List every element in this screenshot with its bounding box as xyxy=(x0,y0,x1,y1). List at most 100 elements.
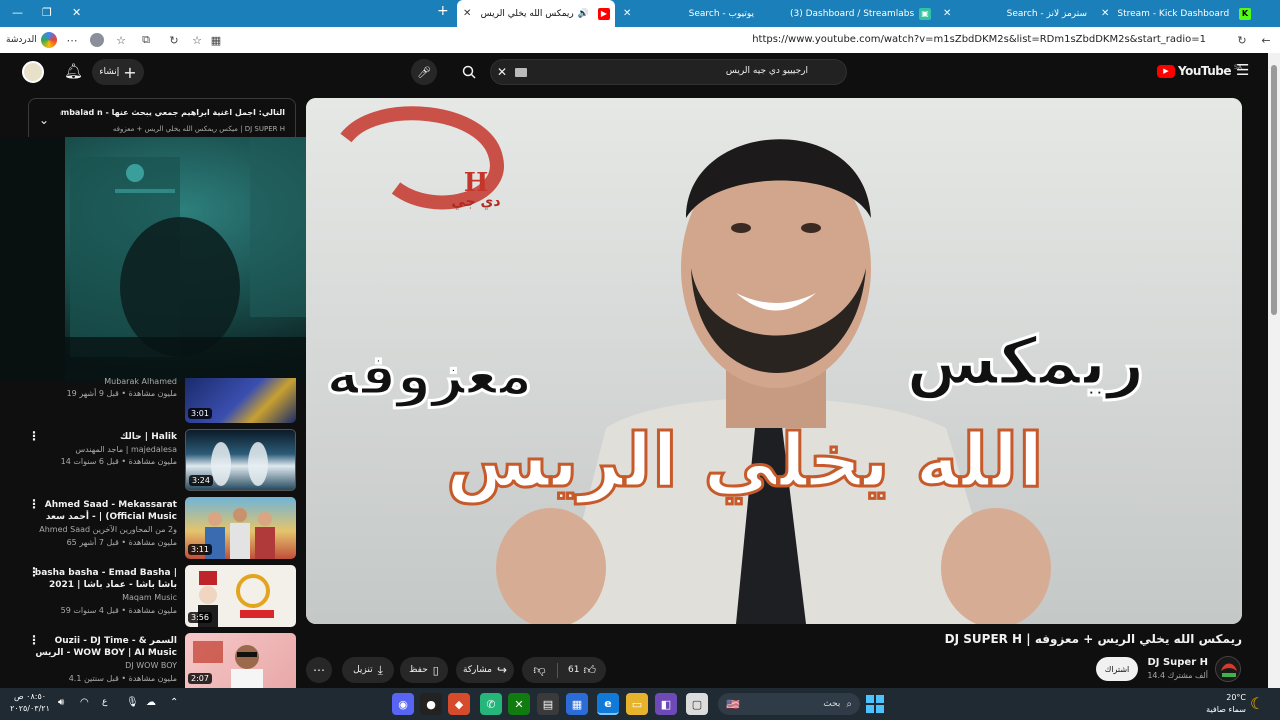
list-item[interactable]: ⋮ Ahmed Saad - Mekassarat أحمد سعد - | (… xyxy=(14,497,296,559)
whatsapp-icon[interactable]: ✆ xyxy=(480,693,502,715)
list-item[interactable]: 3:01 Mubarak Alhamed 19 مليون مشاهدة • ق… xyxy=(14,377,296,423)
add-favorite-icon[interactable]: ☆ xyxy=(189,32,205,48)
close-icon[interactable]: ✕ xyxy=(463,8,471,19)
close-icon[interactable]: ✕ xyxy=(943,8,951,19)
mic-tray-icon[interactable]: 🎙︎ xyxy=(126,697,139,708)
back-icon[interactable]: ← xyxy=(1258,32,1274,48)
tab-youtube-search[interactable]: ✕ Search - يوتيوب xyxy=(617,0,762,27)
channel-name[interactable]: DJ Super H xyxy=(1140,657,1208,668)
share-button[interactable]: مشاركة ↪ xyxy=(456,657,514,683)
favorites-icon[interactable]: ☆ xyxy=(113,32,129,48)
keyboard-icon[interactable] xyxy=(515,68,527,77)
network-icon[interactable]: ◠ xyxy=(80,697,89,708)
chevron-up-icon[interactable]: ⌃ xyxy=(170,697,178,708)
voice-search-button[interactable]: 🎤︎ xyxy=(411,59,437,85)
discord-icon[interactable]: ◉ xyxy=(392,693,414,715)
avatar[interactable] xyxy=(89,32,105,48)
tab-youtube-active[interactable]: ✕ ريمكس الله يخلي الريس + معز... 🔊 ▶ xyxy=(457,0,615,27)
search-box[interactable]: ✕ ارجيييو دي جيه الريس xyxy=(490,59,847,85)
refresh-page-icon[interactable]: ↻ xyxy=(166,32,182,48)
more-actions-button[interactable]: ⋯ xyxy=(306,657,332,683)
video-title[interactable]: basha basha - Emad Basha | باشا باشا - ع… xyxy=(27,567,177,591)
file-explorer-icon[interactable]: ▭ xyxy=(626,693,648,715)
save-button[interactable]: حفظ ▯ xyxy=(400,657,448,683)
restore-icon[interactable]: ❐ xyxy=(42,6,52,19)
app-available-icon[interactable]: ▦ xyxy=(208,32,224,48)
task-view-icon[interactable]: ▢ xyxy=(686,693,708,715)
youtube-logo[interactable]: ▶ YouTube SA xyxy=(1157,64,1242,78)
edge-icon[interactable]: e xyxy=(597,693,619,715)
extensions-icon[interactable]: ⧉ xyxy=(138,32,154,48)
profile-chat-button[interactable]: الدردشة xyxy=(6,31,57,49)
close-icon[interactable]: ✕ xyxy=(1101,8,1109,19)
search-input[interactable]: ارجيييو دي جيه الريس xyxy=(726,66,808,76)
clear-search-icon[interactable]: ✕ xyxy=(497,65,507,79)
volume-icon[interactable]: 🔊︎ xyxy=(58,697,64,708)
create-button[interactable]: إنشاء + xyxy=(92,59,144,85)
video-thumbnail[interactable]: 3:01 xyxy=(185,378,296,423)
save-label: حفظ xyxy=(409,665,428,675)
list-item[interactable]: ⋮ Ouzii - DJ Time - السمر & الريس - WOW … xyxy=(14,633,296,688)
clock[interactable]: ٠٨:٥٠ ص ٢٠٢٥/٠٣/٢١ xyxy=(8,691,52,715)
page-scrollbar[interactable] xyxy=(1268,53,1280,688)
new-tab-button[interactable]: + xyxy=(437,3,449,19)
start-button[interactable] xyxy=(864,693,886,715)
video-meta: 65 مليون مشاهدة • قبل 7 أشهر xyxy=(66,538,177,547)
video-thumbnail[interactable]: 3:24 xyxy=(185,429,296,491)
video-thumbnail[interactable]: 3:11 xyxy=(185,497,296,559)
video-thumbnail[interactable]: 2:07 xyxy=(185,633,296,688)
taskbar-search[interactable]: 🇺🇸 بحث ⌕ xyxy=(718,693,860,715)
channel-name[interactable]: DJ WOW BOY xyxy=(27,661,177,670)
search-button[interactable] xyxy=(452,59,486,85)
video-title[interactable]: Ahmed Saad - Mekassarat أحمد سعد - | (Of… xyxy=(27,499,177,523)
chevron-down-icon[interactable]: ⌄ xyxy=(39,113,49,127)
avatar[interactable] xyxy=(22,61,44,83)
video-meta: 19 مليون مشاهدة • قبل 9 أشهر xyxy=(66,389,177,398)
channel-name[interactable]: Ahmed Saad و2 من المحاورين الآخرين xyxy=(27,525,177,534)
tab-streamlabs[interactable]: (3) Dashboard / Streamlabs ▣ xyxy=(762,0,937,27)
app-icon[interactable]: ◆ xyxy=(448,693,470,715)
download-button[interactable]: تنزيل ⤓ xyxy=(342,657,394,683)
duration-badge: 3:24 xyxy=(189,475,213,486)
video-thumbnail[interactable]: 3:56 xyxy=(185,565,296,627)
weather-widget[interactable]: 20°C سماء صافية xyxy=(1194,692,1246,716)
more-icon[interactable]: ⋯ xyxy=(64,32,80,48)
list-item[interactable]: ⋮ basha basha - Emad Basha | باشا باشا -… xyxy=(14,565,296,627)
like-button[interactable]: 61 👍︎ xyxy=(558,663,606,678)
tab-kick-search[interactable]: ✕ Search - سترمز لانز xyxy=(937,0,1095,27)
channel-name[interactable]: Maqam Music xyxy=(27,593,177,602)
create-label: إنشاء xyxy=(99,67,120,77)
tab-kick-dashboard[interactable]: ✕ Stream - Kick Dashboard K xyxy=(1095,0,1255,27)
list-item[interactable]: ⋮ حالك | Halik ماجد المهندس | majedalesa… xyxy=(14,429,296,491)
video-title[interactable]: حالك | Halik xyxy=(27,431,177,443)
dislike-button[interactable]: 👎︎ xyxy=(522,662,558,678)
video-player[interactable]: H دي جي ريمكس معزوفه الله يخلي الريس xyxy=(306,98,1242,624)
speaker-icon[interactable]: 🔊 xyxy=(578,9,589,19)
url-field[interactable]: https://www.youtube.com/watch?v=m1sZbdDK… xyxy=(520,34,1206,45)
duration-badge: 3:01 xyxy=(188,408,212,419)
calculator-icon[interactable]: ▤ xyxy=(537,693,559,715)
close-window-icon[interactable]: ✕ xyxy=(72,6,81,19)
xbox-icon[interactable]: ✕ xyxy=(508,693,530,715)
thumb-text-instrumental: معزوفه xyxy=(325,342,535,410)
address-bar: الدردشة ⋯ ☆ ⧉ ↻ ☆ ▦ https://www.youtube.… xyxy=(0,27,1280,53)
notifications-icon[interactable]: 🔔︎ xyxy=(64,62,83,80)
minimize-icon[interactable]: — xyxy=(12,6,23,19)
store-icon[interactable]: ▦ xyxy=(566,693,588,715)
menu-icon[interactable]: ☰ xyxy=(1236,61,1249,79)
obs-icon[interactable]: ● xyxy=(420,693,442,715)
scrollbar-thumb[interactable] xyxy=(1271,65,1277,315)
reload-icon[interactable]: ↻ xyxy=(1234,32,1250,48)
widget-app-icon[interactable]: ◧ xyxy=(655,693,677,715)
channel-name[interactable]: Mubarak Alhamed xyxy=(27,377,177,386)
plus-icon: + xyxy=(123,62,137,82)
video-title[interactable]: Ouzii - DJ Time - السمر & الريس - WOW BO… xyxy=(27,635,177,659)
close-icon[interactable]: ✕ xyxy=(623,8,631,19)
mix-next-title: التالي: اجمل اغنية ابراهيم جمعي يبحث عنه… xyxy=(60,108,285,117)
cloud-icon[interactable]: ☁ xyxy=(146,697,156,708)
subscribe-button[interactable]: اشتراك xyxy=(1096,657,1138,681)
language-indicator[interactable]: ع xyxy=(102,697,107,707)
channel-name[interactable]: ماجد المهندس | majedalesa xyxy=(27,445,177,454)
channel-avatar[interactable] xyxy=(1215,656,1241,682)
profile-label: الدردشة xyxy=(6,35,37,45)
